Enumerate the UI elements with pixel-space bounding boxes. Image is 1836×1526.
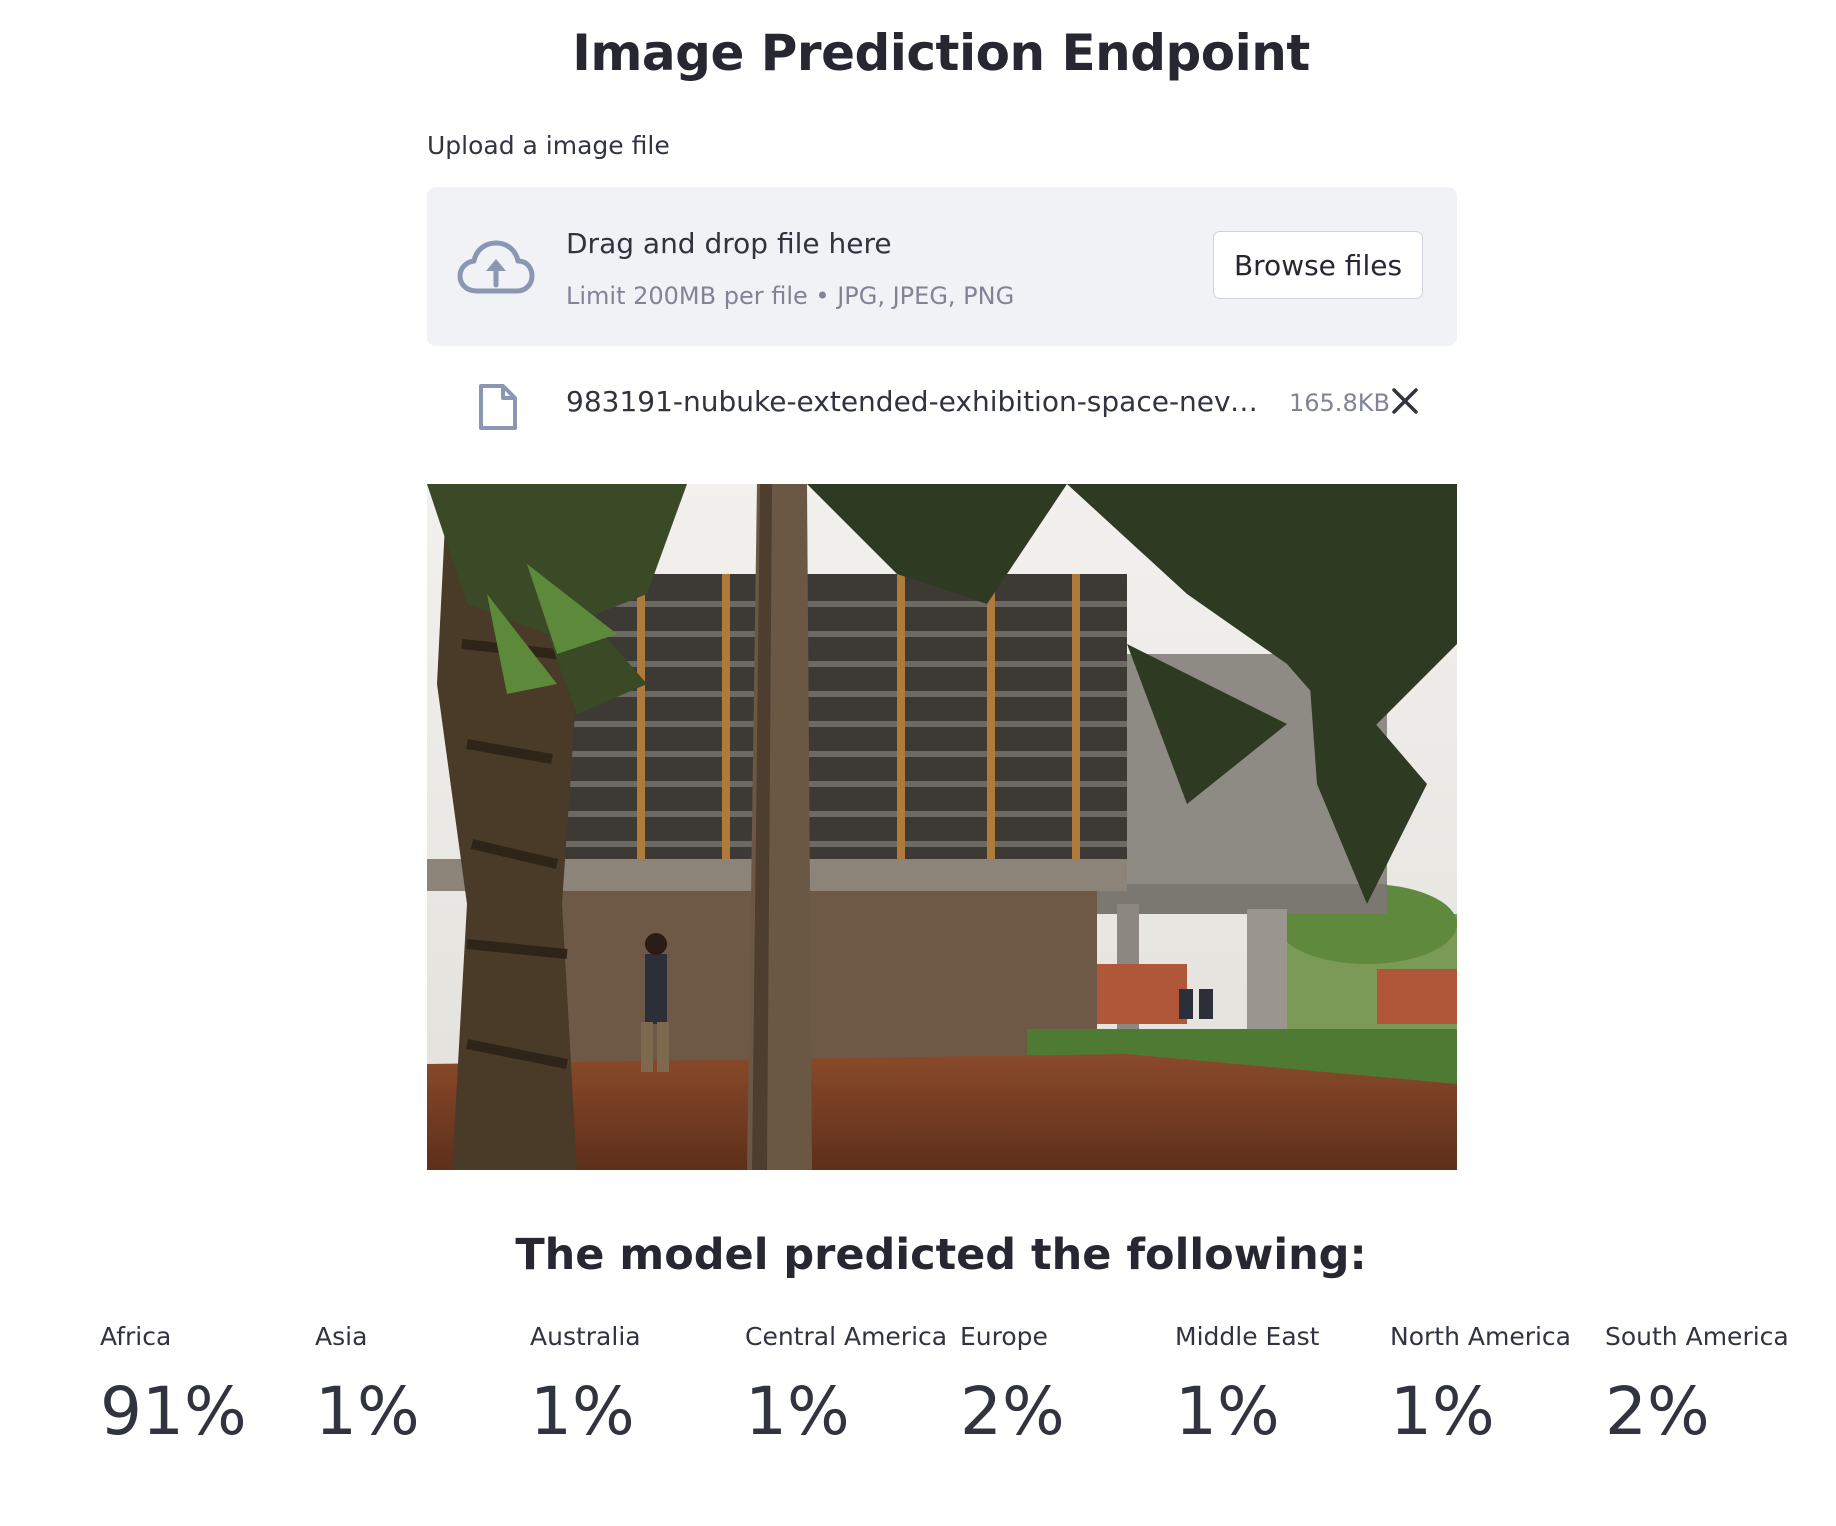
remove-file-close-icon[interactable] xyxy=(1389,385,1421,417)
metric-label: Middle East xyxy=(1175,1322,1320,1351)
file-icon xyxy=(479,384,517,430)
metric-africa: Africa 91% xyxy=(100,1322,310,1450)
page-title: Image Prediction Endpoint xyxy=(572,24,1310,82)
uploaded-file-name: 983191-nubuke-extended-exhibition-space-… xyxy=(566,385,1266,418)
metric-label: Africa xyxy=(100,1322,172,1351)
metric-label: South America xyxy=(1605,1322,1789,1351)
metric-value: 1% xyxy=(315,1373,420,1450)
metric-label: Central America xyxy=(745,1322,948,1351)
cloud-upload-icon xyxy=(457,240,535,294)
uploaded-file-size: 165.8KB xyxy=(1289,389,1390,417)
metric-value: 91% xyxy=(100,1373,247,1450)
metric-australia: Australia 1% xyxy=(530,1322,740,1450)
metric-value: 1% xyxy=(745,1373,850,1450)
metric-label: Asia xyxy=(315,1322,368,1351)
file-dropzone[interactable]: Drag and drop file here Limit 200MB per … xyxy=(427,187,1457,346)
metric-label: North America xyxy=(1390,1322,1571,1351)
prediction-metrics: Africa 91% Asia 1% Australia 1% Central … xyxy=(100,1322,1820,1462)
upload-label: Upload a image file xyxy=(427,131,670,160)
metric-value: 1% xyxy=(1390,1373,1495,1450)
uploaded-image-preview xyxy=(427,484,1457,1170)
dropzone-title: Drag and drop file here xyxy=(566,227,892,260)
building-photo-illustration xyxy=(427,484,1457,1170)
metric-value: 1% xyxy=(530,1373,635,1450)
results-heading: The model predicted the following: xyxy=(515,1230,1367,1280)
metric-north-america: North America 1% xyxy=(1390,1322,1600,1450)
metric-asia: Asia 1% xyxy=(315,1322,525,1450)
browse-files-button[interactable]: Browse files xyxy=(1213,231,1423,299)
metric-label: Australia xyxy=(530,1322,641,1351)
metric-value: 2% xyxy=(960,1373,1065,1450)
metric-value: 2% xyxy=(1605,1373,1710,1450)
metric-value: 1% xyxy=(1175,1373,1280,1450)
metric-label: Europe xyxy=(960,1322,1048,1351)
metric-south-america: South America 2% xyxy=(1605,1322,1815,1450)
uploaded-file-row: 983191-nubuke-extended-exhibition-space-… xyxy=(427,375,1457,435)
dropzone-limits: Limit 200MB per file • JPG, JPEG, PNG xyxy=(566,282,1015,310)
metric-middle-east: Middle East 1% xyxy=(1175,1322,1385,1450)
metric-central-america: Central America 1% xyxy=(745,1322,955,1450)
metric-europe: Europe 2% xyxy=(960,1322,1170,1450)
